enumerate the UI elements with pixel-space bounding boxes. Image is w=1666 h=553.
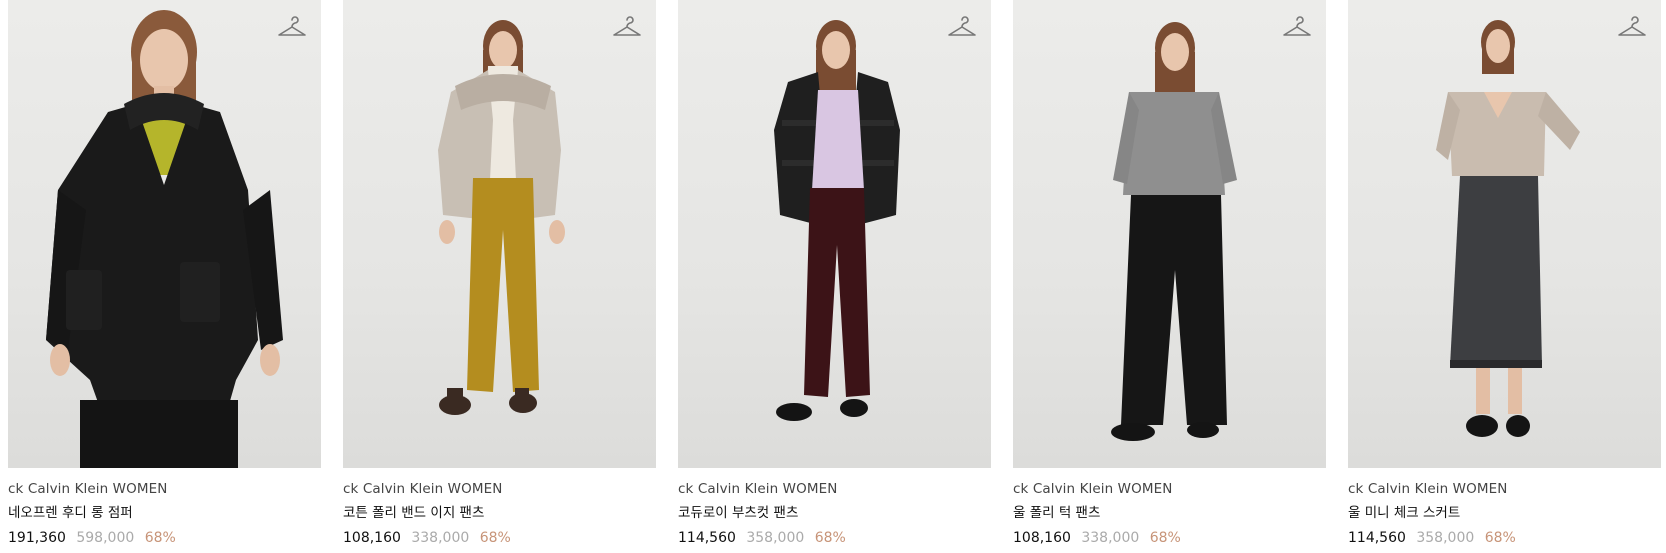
product-card[interactable]: ck Calvin Klein WOMEN 울 폴리 턱 팬츠 108,160 … xyxy=(1013,0,1326,548)
price-row: 191,360 598,000 68% xyxy=(8,528,321,548)
sale-price: 114,560 xyxy=(678,530,736,546)
product-card[interactable]: ck Calvin Klein WOMEN 울 미니 체크 스커트 114,56… xyxy=(1348,0,1661,548)
brand-name[interactable]: ck Calvin Klein WOMEN xyxy=(1348,480,1661,498)
original-price: 338,000 xyxy=(411,530,470,546)
product-image[interactable] xyxy=(1348,0,1661,468)
product-image[interactable] xyxy=(8,0,321,468)
sale-price: 191,360 xyxy=(8,530,66,546)
model-photo xyxy=(1111,22,1237,441)
product-name[interactable]: 코튼 폴리 밴드 이지 팬츠 xyxy=(343,504,656,522)
product-image[interactable] xyxy=(343,0,656,468)
hanger-icon[interactable] xyxy=(1282,14,1312,40)
sale-price: 108,160 xyxy=(1013,530,1071,546)
product-name[interactable]: 울 미니 체크 스커트 xyxy=(1348,504,1661,522)
sale-price: 108,160 xyxy=(343,530,401,546)
price-row: 108,160 338,000 68% xyxy=(1013,528,1326,548)
discount-rate: 68% xyxy=(479,530,511,546)
hanger-icon[interactable] xyxy=(612,14,642,40)
brand-name[interactable]: ck Calvin Klein WOMEN xyxy=(8,480,321,498)
original-price: 358,000 xyxy=(1416,530,1475,546)
product-card[interactable]: ck Calvin Klein WOMEN 네오프렌 후디 롱 점퍼 191,3… xyxy=(8,0,321,548)
model-photo xyxy=(1436,20,1580,437)
product-card[interactable]: ck Calvin Klein WOMEN 코튼 폴리 밴드 이지 팬츠 108… xyxy=(343,0,656,548)
product-name[interactable]: 울 폴리 턱 팬츠 xyxy=(1013,504,1326,522)
product-name[interactable]: 네오프렌 후디 롱 점퍼 xyxy=(8,504,321,522)
model-photo xyxy=(46,10,283,468)
original-price: 358,000 xyxy=(746,530,805,546)
original-price: 338,000 xyxy=(1081,530,1140,546)
price-row: 114,560 358,000 68% xyxy=(678,528,991,548)
product-name[interactable]: 코듀로이 부츠컷 팬츠 xyxy=(678,504,991,522)
hanger-icon[interactable] xyxy=(277,14,307,40)
product-image[interactable] xyxy=(678,0,991,468)
hanger-icon[interactable] xyxy=(1617,14,1647,40)
product-card[interactable]: ck Calvin Klein WOMEN 코듀로이 부츠컷 팬츠 114,56… xyxy=(678,0,991,548)
discount-rate: 68% xyxy=(814,530,846,546)
sale-price: 114,560 xyxy=(1348,530,1406,546)
discount-rate: 68% xyxy=(144,530,176,546)
price-row: 114,560 358,000 68% xyxy=(1348,528,1661,548)
product-image[interactable] xyxy=(1013,0,1326,468)
brand-name[interactable]: ck Calvin Klein WOMEN xyxy=(678,480,991,498)
brand-name[interactable]: ck Calvin Klein WOMEN xyxy=(343,480,656,498)
hanger-icon[interactable] xyxy=(947,14,977,40)
brand-name[interactable]: ck Calvin Klein WOMEN xyxy=(1013,480,1326,498)
price-row: 108,160 338,000 68% xyxy=(343,528,656,548)
product-grid: ck Calvin Klein WOMEN 네오프렌 후디 롱 점퍼 191,3… xyxy=(0,0,1666,553)
model-photo xyxy=(774,20,900,421)
discount-rate: 68% xyxy=(1484,530,1516,546)
model-photo xyxy=(438,20,565,415)
discount-rate: 68% xyxy=(1149,530,1181,546)
original-price: 598,000 xyxy=(76,530,135,546)
